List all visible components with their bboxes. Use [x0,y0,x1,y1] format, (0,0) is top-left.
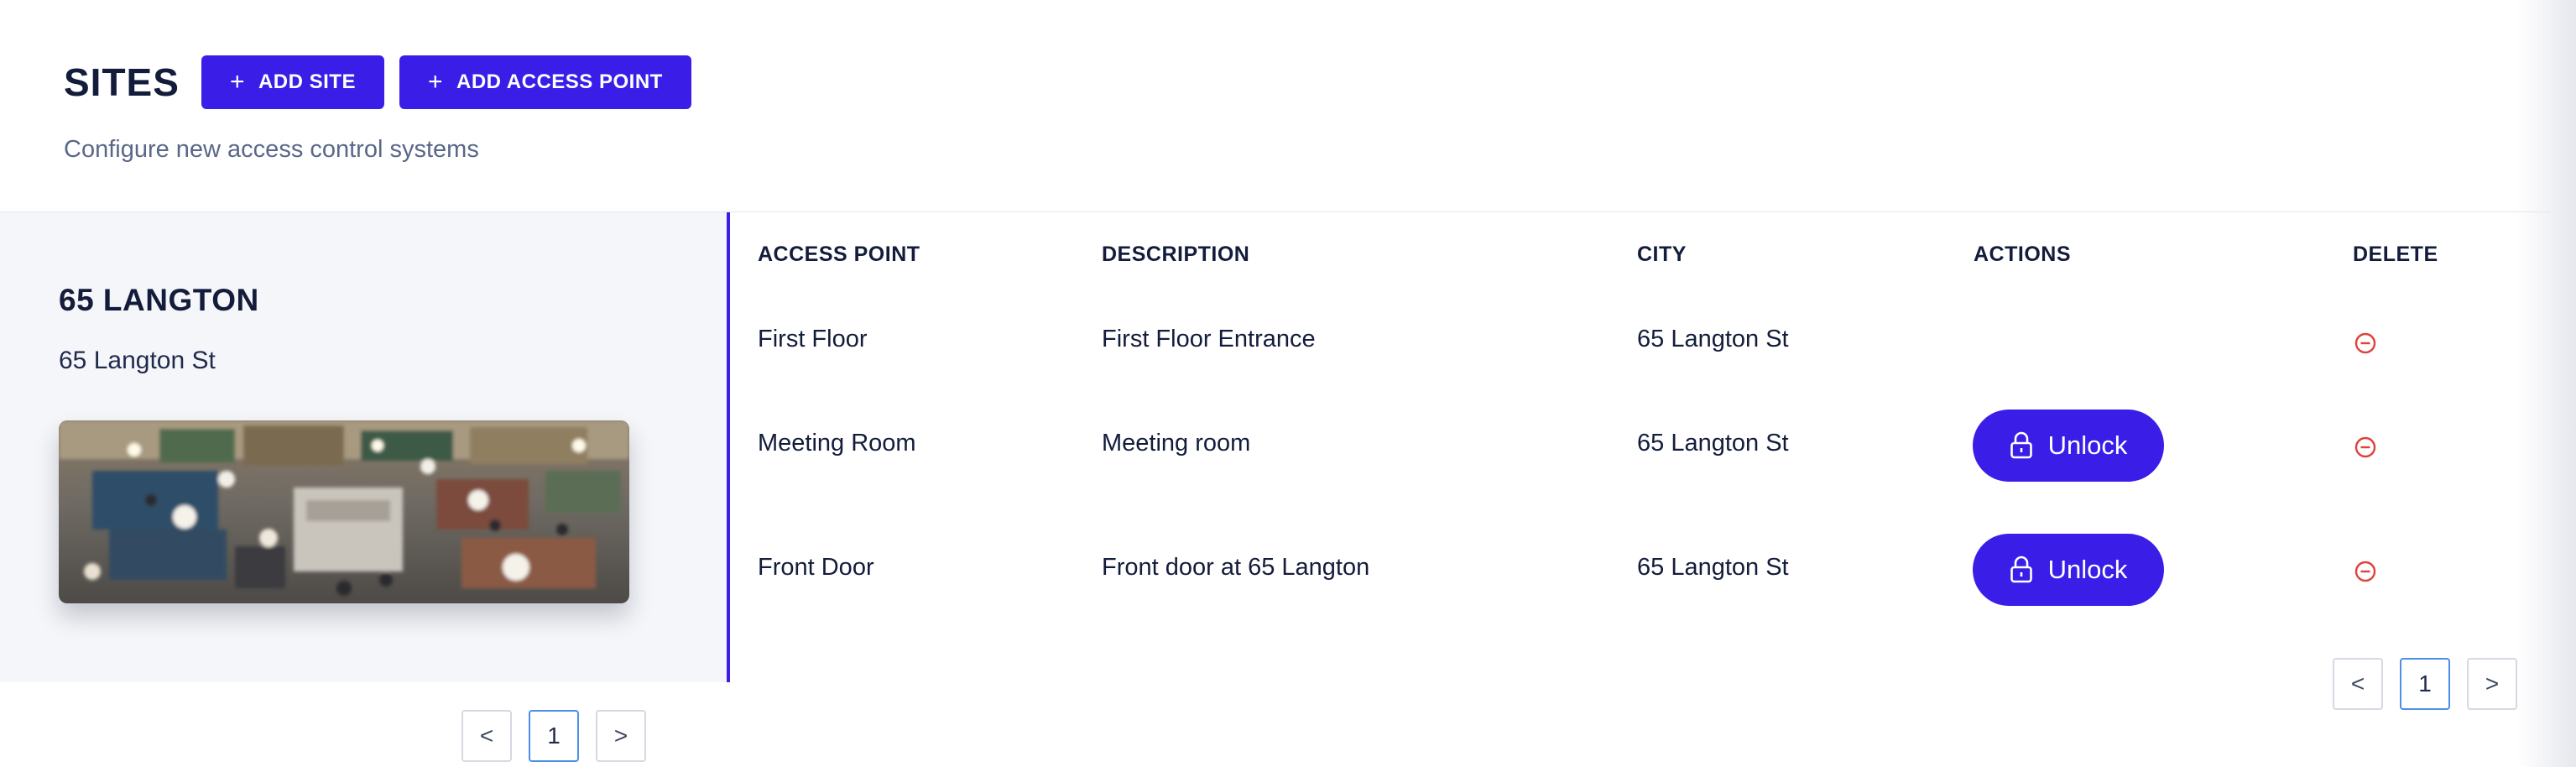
city-cell: 65 Langton St [1637,326,1789,352]
page-number-button[interactable]: 1 [2400,658,2450,710]
description-cell: Front door at 65 Langton [1102,554,1370,581]
next-page-button[interactable]: > [2467,658,2517,710]
unlock-button[interactable]: Unlock [1973,410,2164,482]
access-point-cell: First Floor [758,326,868,352]
lock-icon [2010,556,2032,583]
table-pagination: < 1 > [2333,658,2517,710]
unlock-label: Unlock [2047,555,2128,584]
add-site-button[interactable]: + ADD SITE [201,55,384,109]
add-access-point-label: ADD ACCESS POINT [456,70,663,93]
description-cell: Meeting room [1102,430,1251,457]
page-subtitle: Configure new access control systems [64,136,479,163]
access-point-cell: Meeting Room [758,430,916,457]
column-header-delete: DELETE [2353,243,2438,266]
unlock-button[interactable]: Unlock [1973,534,2164,606]
description-cell: First Floor Entrance [1102,326,1316,352]
page-header: SITES + ADD SITE + ADD ACCESS POINT [64,55,707,109]
site-photo [59,420,629,603]
column-header-city: CITY [1637,243,1687,266]
column-header-actions: ACTIONS [1974,243,2071,266]
lock-icon [2010,431,2032,459]
delete-icon[interactable] [2354,331,2377,355]
site-name: 65 LANGTON [59,283,259,317]
plus-icon: + [427,68,444,96]
delete-icon[interactable] [2354,436,2377,459]
site-card[interactable]: 65 LANGTON 65 Langton St [0,212,730,682]
page-title: SITES [64,60,180,104]
access-point-cell: Front Door [758,554,874,581]
site-address: 65 Langton St [59,347,216,374]
prev-page-button[interactable]: < [2333,658,2383,710]
column-header-description: DESCRIPTION [1102,243,1250,266]
add-access-point-button[interactable]: + ADD ACCESS POINT [399,55,691,109]
city-cell: 65 Langton St [1637,554,1789,581]
plus-icon: + [229,68,245,96]
page-number-button[interactable]: 1 [529,710,579,762]
site-pagination: < 1 > [461,710,646,762]
prev-page-button[interactable]: < [461,710,512,762]
access-point-table: ACCESS POINT DESCRIPTION CITY ACTIONS DE… [730,212,2551,767]
next-page-button[interactable]: > [596,710,646,762]
unlock-label: Unlock [2047,430,2128,460]
column-header-access-point: ACCESS POINT [758,243,920,266]
city-cell: 65 Langton St [1637,430,1789,457]
add-site-label: ADD SITE [258,70,356,93]
delete-icon[interactable] [2354,560,2377,583]
